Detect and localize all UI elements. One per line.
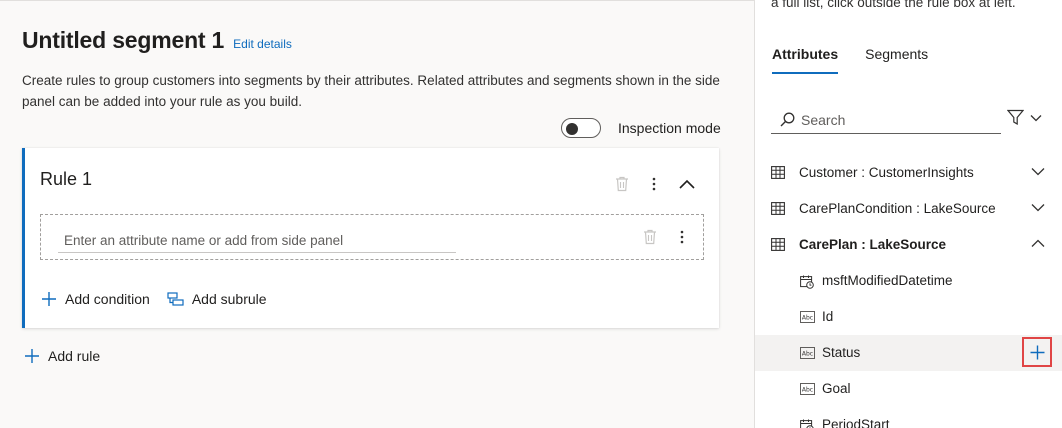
attribute-label: msftModifiedDatetime xyxy=(822,273,953,288)
rule-actions: Add condition Add subrule xyxy=(41,291,267,307)
text-icon: Abc xyxy=(800,311,815,323)
attribute-label: Id xyxy=(822,309,834,324)
side-panel-tabs: Attributes Segments xyxy=(772,46,955,74)
side-search xyxy=(771,106,1001,134)
add-condition-button[interactable]: Add condition xyxy=(41,291,150,307)
segment-builder: Untitled segment 1 Edit details Create r… xyxy=(0,0,754,428)
subrule-icon xyxy=(167,292,184,306)
svg-text:Abc: Abc xyxy=(802,351,813,358)
add-condition-label: Add condition xyxy=(65,291,150,307)
more-vertical-icon xyxy=(652,177,656,191)
attribute-label: PeriodStart xyxy=(822,417,890,428)
attribute-goal[interactable]: Abc Goal xyxy=(755,371,1062,407)
inspection-mode-label: Inspection mode xyxy=(618,120,721,136)
entity-customer[interactable]: Customer : CustomerInsights xyxy=(755,155,1062,191)
title-row: Untitled segment 1 Edit details xyxy=(22,27,292,54)
trash-icon xyxy=(616,176,628,192)
plus-icon xyxy=(1030,345,1044,359)
text-icon: Abc xyxy=(800,347,815,359)
entity-careplan[interactable]: CarePlan : LakeSource xyxy=(755,227,1062,263)
page-title: Untitled segment 1 xyxy=(22,27,225,53)
toggle-knob xyxy=(566,122,578,135)
chevron-down-icon xyxy=(1031,204,1045,212)
chevron-up-icon xyxy=(679,179,695,189)
side-panel-hint: a full list, click outside the rule box … xyxy=(771,0,1016,10)
datetime-icon xyxy=(800,419,814,428)
add-attribute-button[interactable] xyxy=(1022,337,1052,367)
side-search-input[interactable] xyxy=(801,111,1001,128)
delete-condition-button[interactable] xyxy=(641,227,659,247)
svg-text:Abc: Abc xyxy=(802,387,813,394)
attribute-label: Goal xyxy=(822,381,851,396)
rule-title: Rule 1 xyxy=(40,169,93,189)
add-rule-button[interactable]: Add rule xyxy=(24,348,100,364)
inspection-mode-toggle[interactable] xyxy=(561,118,601,138)
attribute-msftmodifieddatetime[interactable]: msftModifiedDatetime xyxy=(755,263,1062,299)
search-icon xyxy=(780,112,795,127)
attribute-status[interactable]: Abc Status xyxy=(755,335,1062,371)
entity-label: Customer : CustomerInsights xyxy=(799,165,974,180)
datetime-icon xyxy=(800,275,814,289)
table-icon xyxy=(771,202,785,215)
inspection-mode-control: Inspection mode xyxy=(561,118,721,138)
add-rule-label: Add rule xyxy=(48,348,101,364)
attribute-periodstart[interactable]: PeriodStart xyxy=(755,407,1062,428)
plus-icon xyxy=(42,292,56,306)
rule-more-button[interactable] xyxy=(647,174,661,194)
add-subrule-label: Add subrule xyxy=(191,291,267,307)
attribute-label: Status xyxy=(822,345,861,360)
attribute-search-input[interactable] xyxy=(58,225,456,253)
table-icon xyxy=(771,238,785,251)
segment-description: Create rules to group customers into seg… xyxy=(22,73,720,109)
plus-icon xyxy=(25,349,39,363)
tab-attributes[interactable]: Attributes xyxy=(772,46,839,74)
add-subrule-button[interactable]: Add subrule xyxy=(167,291,267,307)
edit-details-link[interactable]: Edit details xyxy=(233,37,292,51)
trash-icon xyxy=(644,229,656,245)
attribute-id[interactable]: Abc Id xyxy=(755,299,1062,335)
condition-more-button[interactable] xyxy=(675,227,689,247)
entity-careplancondition[interactable]: CarePlanCondition : LakeSource xyxy=(755,191,1062,227)
chevron-down-icon xyxy=(1031,168,1045,176)
more-vertical-icon xyxy=(680,230,684,244)
entity-label: CarePlan : LakeSource xyxy=(799,237,947,252)
entity-label: CarePlanCondition : LakeSource xyxy=(799,201,996,216)
text-icon: Abc xyxy=(800,383,815,395)
filter-icon xyxy=(1007,109,1024,126)
filter-button[interactable] xyxy=(1007,109,1042,126)
collapse-rule-button[interactable] xyxy=(676,174,698,194)
chevron-up-icon xyxy=(1031,239,1045,247)
tab-segments[interactable]: Segments xyxy=(865,46,928,74)
table-icon xyxy=(771,166,785,179)
chevron-down-icon xyxy=(1030,114,1042,121)
rule-card: Rule 1 Add condition Ad xyxy=(22,148,719,328)
delete-rule-button[interactable] xyxy=(613,174,631,194)
svg-text:Abc: Abc xyxy=(802,315,813,322)
side-panel: a full list, click outside the rule box … xyxy=(754,0,1062,428)
condition-box xyxy=(40,214,704,260)
